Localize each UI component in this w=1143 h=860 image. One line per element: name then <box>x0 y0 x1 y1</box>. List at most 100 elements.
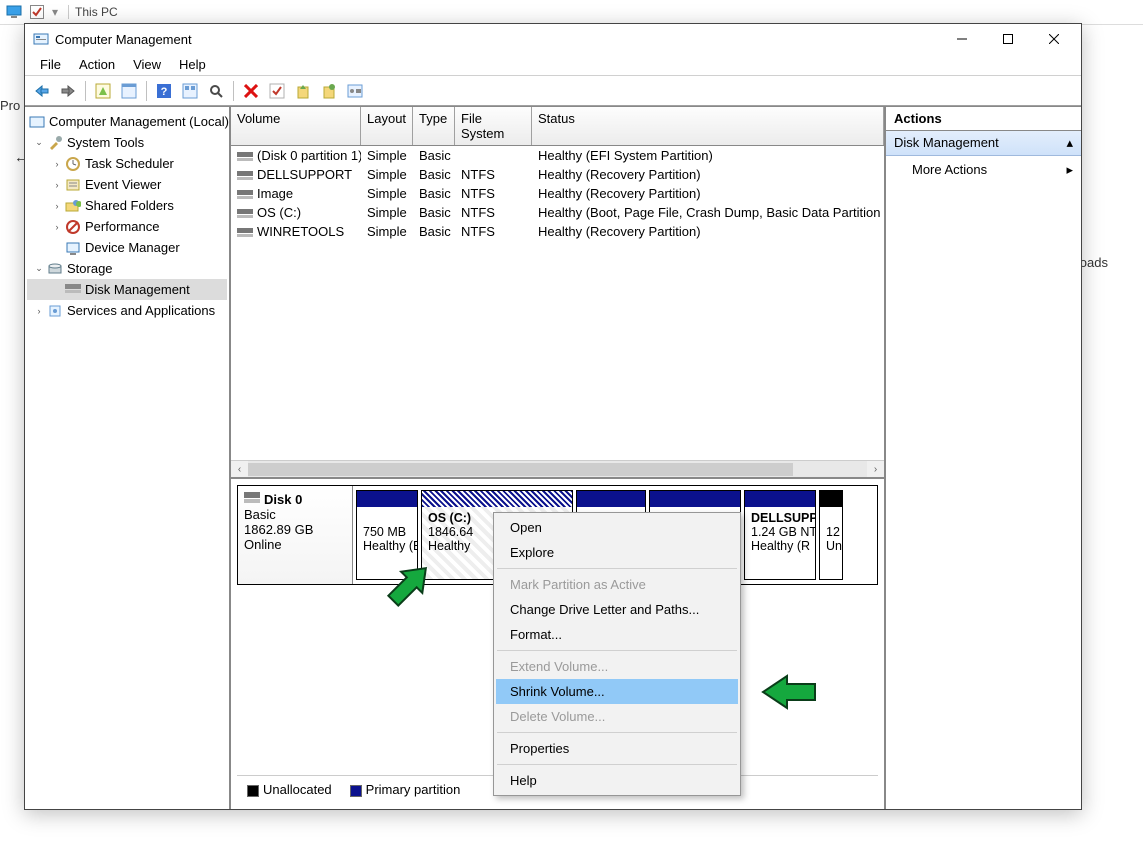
tree-services-apps[interactable]: Services and Applications <box>67 303 215 318</box>
chevron-right-icon: ▸ <box>1066 162 1073 178</box>
menubar: File Action View Help <box>25 54 1081 76</box>
col-type[interactable]: Type <box>413 107 455 145</box>
col-layout[interactable]: Layout <box>361 107 413 145</box>
annotation-arrow-icon <box>757 672 817 712</box>
tools-icon <box>47 135 63 151</box>
action2-button[interactable] <box>318 80 340 102</box>
toolbar: ? <box>25 76 1081 106</box>
volume-list[interactable]: Volume Layout Type File System Status (D… <box>231 107 884 477</box>
delete-button[interactable] <box>240 80 262 102</box>
tree-root[interactable]: Computer Management (Local) <box>49 114 229 129</box>
menu-view[interactable]: View <box>124 55 170 74</box>
bg-text-pro: Pro <box>0 98 20 113</box>
ctx-shrink[interactable]: Shrink Volume... <box>496 679 738 704</box>
storage-icon <box>47 261 63 277</box>
chevron-right-icon[interactable]: › <box>33 306 45 316</box>
minimize-button[interactable] <box>939 24 985 54</box>
chevron-right-icon[interactable]: › <box>51 222 63 232</box>
col-filesystem[interactable]: File System <box>455 107 532 145</box>
ctx-format[interactable]: Format... <box>496 622 738 647</box>
actions-section[interactable]: Disk Management▴ <box>886 131 1081 156</box>
ctx-change-letter[interactable]: Change Drive Letter and Paths... <box>496 597 738 622</box>
partition[interactable]: 12Un <box>819 490 843 580</box>
tree-shared-folders[interactable]: Shared Folders <box>85 198 174 213</box>
ctx-open[interactable]: Open <box>496 515 738 540</box>
chevron-down-icon[interactable]: ⌄ <box>33 137 45 148</box>
help-button[interactable]: ? <box>153 80 175 102</box>
annotation-arrow-icon <box>384 558 438 608</box>
back-button[interactable] <box>31 80 53 102</box>
volume-row[interactable]: (Disk 0 partition 1)SimpleBasicHealthy (… <box>231 146 884 165</box>
computer-management-icon <box>33 31 49 47</box>
col-volume[interactable]: Volume <box>231 107 361 145</box>
scroll-right-button[interactable]: › <box>867 461 884 478</box>
device-manager-icon <box>65 240 81 256</box>
monitor-icon <box>6 5 22 19</box>
action3-button[interactable] <box>344 80 366 102</box>
disk-icon <box>244 492 260 504</box>
actions-more[interactable]: More Actions▸ <box>886 156 1081 184</box>
chevron-right-icon[interactable]: › <box>51 180 63 190</box>
volume-list-body[interactable]: (Disk 0 partition 1)SimpleBasicHealthy (… <box>231 146 884 460</box>
actions-header: Actions <box>886 107 1081 131</box>
scroll-left-button[interactable]: ‹ <box>231 461 248 478</box>
volume-row[interactable]: ImageSimpleBasicNTFSHealthy (Recovery Pa… <box>231 184 884 203</box>
chevron-right-icon[interactable]: › <box>51 159 63 169</box>
volume-icon <box>237 228 253 238</box>
partition[interactable]: DELLSUPP1.24 GB NTHealthy (R <box>744 490 816 580</box>
disk-management-icon <box>65 282 81 298</box>
properties-button[interactable] <box>118 80 140 102</box>
action1-button[interactable] <box>292 80 314 102</box>
svg-text:?: ? <box>161 86 168 98</box>
tree-system-tools[interactable]: System Tools <box>67 135 144 150</box>
ctx-extend: Extend Volume... <box>496 654 738 679</box>
volume-icon <box>237 152 253 162</box>
ctx-help[interactable]: Help <box>496 768 738 793</box>
context-menu: Open Explore Mark Partition as Active Ch… <box>493 512 741 796</box>
forward-button[interactable] <box>57 80 79 102</box>
col-status[interactable]: Status <box>532 107 884 145</box>
horizontal-scrollbar[interactable]: ‹ › <box>231 460 884 477</box>
menu-file[interactable]: File <box>31 55 70 74</box>
actions-pane: Actions Disk Management▴ More Actions▸ <box>886 107 1081 809</box>
volume-icon <box>237 190 253 200</box>
background-window-title: This PC <box>68 5 118 19</box>
tree-device-manager[interactable]: Device Manager <box>85 240 180 255</box>
disk-name: Disk 0 <box>264 492 302 507</box>
window-title: Computer Management <box>55 32 939 47</box>
close-button[interactable] <box>1031 24 1077 54</box>
refresh-button[interactable] <box>205 80 227 102</box>
check-button[interactable] <box>266 80 288 102</box>
performance-icon <box>65 219 81 235</box>
tree-performance[interactable]: Performance <box>85 219 159 234</box>
tree-event-viewer[interactable]: Event Viewer <box>85 177 161 192</box>
scroll-thumb[interactable] <box>248 463 793 476</box>
navigation-tree[interactable]: Computer Management (Local) ⌄ System Tool… <box>25 107 231 809</box>
ctx-explore[interactable]: Explore <box>496 540 738 565</box>
disk-info[interactable]: Disk 0 Basic 1862.89 GB Online <box>238 486 353 584</box>
chevron-down-icon[interactable]: ⌄ <box>33 263 45 274</box>
chevron-right-icon[interactable]: › <box>51 201 63 211</box>
volume-row[interactable]: OS (C:)SimpleBasicNTFSHealthy (Boot, Pag… <box>231 203 884 222</box>
qat-divider: ▾ <box>52 5 58 19</box>
maximize-button[interactable] <box>985 24 1031 54</box>
menu-action[interactable]: Action <box>70 55 124 74</box>
disk-state: Online <box>244 537 346 552</box>
show-hide-button[interactable] <box>92 80 114 102</box>
ctx-delete: Delete Volume... <box>496 704 738 729</box>
menu-help[interactable]: Help <box>170 55 215 74</box>
volume-list-header[interactable]: Volume Layout Type File System Status <box>231 107 884 146</box>
volume-row[interactable]: WINRETOOLSSimpleBasicNTFSHealthy (Recove… <box>231 222 884 241</box>
tree-storage[interactable]: Storage <box>67 261 113 276</box>
services-icon <box>47 303 63 319</box>
volume-row[interactable]: DELLSUPPORTSimpleBasicNTFSHealthy (Recov… <box>231 165 884 184</box>
disk-size: 1862.89 GB <box>244 522 346 537</box>
collapse-icon[interactable]: ▴ <box>1066 135 1073 151</box>
settings-button[interactable] <box>179 80 201 102</box>
ctx-properties[interactable]: Properties <box>496 736 738 761</box>
legend-primary: Primary partition <box>366 782 461 797</box>
tree-task-scheduler[interactable]: Task Scheduler <box>85 156 174 171</box>
titlebar[interactable]: Computer Management <box>25 24 1081 54</box>
tree-disk-management[interactable]: Disk Management <box>85 282 190 297</box>
clock-icon <box>65 156 81 172</box>
